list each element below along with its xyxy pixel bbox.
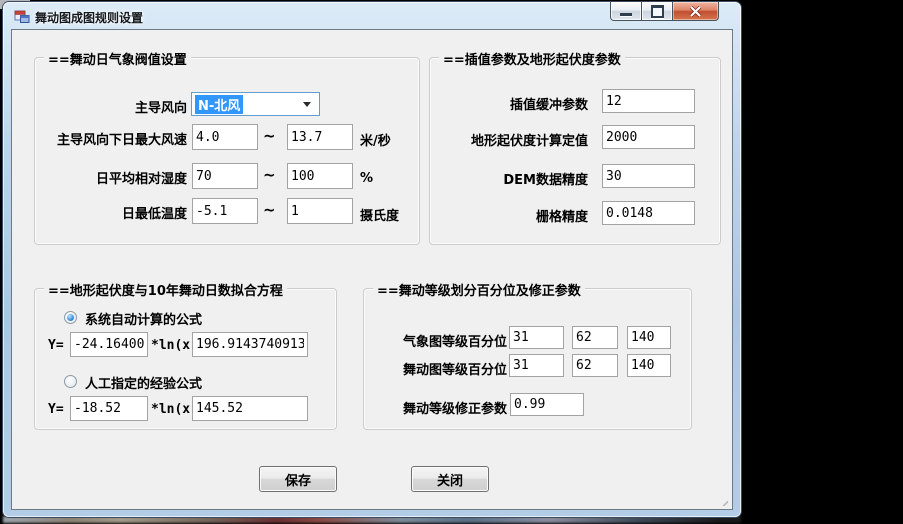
wind-direction-combobox[interactable]: N-北风: [191, 92, 320, 116]
wind-speed-to-input[interactable]: [287, 124, 353, 150]
manual-formula-radio[interactable]: [64, 375, 77, 388]
weather-percentile-input-2[interactable]: [572, 326, 618, 349]
wind-direction-label: 主导风向: [35, 97, 187, 116]
dancing-percentile-input-3[interactable]: [627, 354, 671, 377]
save-button[interactable]: 保存: [259, 466, 337, 492]
manual-y-label: Y=: [48, 402, 64, 417]
weather-percentile-input-3[interactable]: [627, 326, 671, 349]
wind-speed-tilde: ~: [263, 127, 276, 145]
wind-direction-value: N-北风: [195, 95, 243, 114]
auto-coef-input[interactable]: [70, 332, 148, 357]
humidity-unit: %: [360, 171, 373, 186]
auto-formula-radio[interactable]: [64, 311, 77, 324]
temperature-label: 日最低温度: [35, 203, 187, 222]
dem-precision-input[interactable]: [602, 164, 695, 188]
group-weather-thresholds: ==舞动日气象阀值设置 主导风向 N-北风 主导风向下日最大风速 ~ 米/秒 日…: [34, 57, 420, 245]
dialog-window: 舞动图成图规则设置 ==舞动日气象阀值设置 主导风向 N-北风: [3, 2, 741, 517]
manual-formula-label: 人工指定的经验公式: [85, 373, 202, 392]
correction-param-label: 舞动等级修正参数: [364, 398, 507, 417]
wind-speed-unit: 米/秒: [360, 130, 391, 149]
resize-grip[interactable]: [718, 496, 728, 506]
group-interpolation-params: ==插值参数及地形起伏度参数 插值缓冲参数 地形起伏度计算定值 DEM数据精度 …: [429, 57, 721, 245]
close-dialog-button[interactable]: 关闭: [411, 466, 489, 492]
temperature-from-input[interactable]: [192, 198, 258, 224]
terrain-fixed-value-input[interactable]: [602, 125, 695, 149]
humidity-tilde: ~: [263, 166, 276, 184]
humidity-to-input[interactable]: [287, 163, 353, 189]
dancing-percentile-label: 舞动图等级百分位: [364, 359, 507, 378]
raster-precision-input[interactable]: [602, 201, 695, 225]
title-bar[interactable]: 舞动图成图规则设置: [3, 2, 741, 29]
humidity-from-input[interactable]: [192, 163, 258, 189]
auto-intercept-input[interactable]: [192, 332, 308, 357]
auto-formula-label: 系统自动计算的公式: [85, 309, 202, 328]
window-title: 舞动图成图规则设置: [35, 9, 143, 26]
interp-buffer-label: 插值缓冲参数: [430, 94, 588, 113]
caption-buttons: [610, 2, 719, 22]
auto-y-label: Y=: [48, 338, 64, 353]
chevron-down-icon[interactable]: [303, 102, 311, 107]
maximize-icon: [651, 5, 664, 18]
weather-percentile-label: 气象图等级百分位: [364, 331, 507, 350]
close-button[interactable]: [673, 2, 719, 21]
temperature-unit: 摄氏度: [360, 205, 399, 224]
temperature-to-input[interactable]: [287, 198, 353, 224]
maximize-button[interactable]: [642, 2, 673, 21]
raster-precision-label: 栅格精度: [430, 206, 588, 225]
group-interpolation-title: ==插值参数及地形起伏度参数: [439, 49, 625, 68]
group-fitting-equation: ==地形起伏度与10年舞动日数拟合方程 系统自动计算的公式 Y= *ln(x)+…: [34, 288, 337, 430]
close-icon: [689, 6, 702, 17]
interp-buffer-input[interactable]: [602, 89, 695, 113]
manual-intercept-input[interactable]: [192, 396, 308, 421]
minimize-button[interactable]: [610, 2, 642, 21]
weather-percentile-input-1[interactable]: [509, 326, 564, 349]
dancing-percentile-input-2[interactable]: [572, 354, 618, 377]
app-icon: [14, 8, 30, 24]
minimize-icon: [620, 13, 632, 16]
group-weather-title: ==舞动日气象阀值设置: [44, 49, 191, 68]
terrain-fixed-value-label: 地形起伏度计算定值: [430, 130, 588, 149]
wind-speed-label: 主导风向下日最大风速: [35, 129, 187, 148]
dancing-percentile-input-1[interactable]: [509, 354, 564, 377]
dialog-client-area: ==舞动日气象阀值设置 主导风向 N-北风 主导风向下日最大风速 ~ 米/秒 日…: [11, 29, 733, 510]
desktop-background-strip: [3, 516, 741, 523]
group-fitting-title: ==地形起伏度与10年舞动日数拟合方程: [44, 280, 287, 299]
manual-coef-input[interactable]: [70, 396, 148, 421]
correction-param-input[interactable]: [510, 393, 584, 416]
group-grading-params: ==舞动等级划分百分位及修正参数 气象图等级百分位 舞动图等级百分位 舞动等级修…: [363, 288, 692, 430]
wind-speed-from-input[interactable]: [192, 124, 258, 150]
humidity-label: 日平均相对湿度: [35, 168, 187, 187]
dem-precision-label: DEM数据精度: [430, 169, 588, 188]
temperature-tilde: ~: [263, 201, 276, 219]
group-grading-title: ==舞动等级划分百分位及修正参数: [373, 280, 585, 299]
